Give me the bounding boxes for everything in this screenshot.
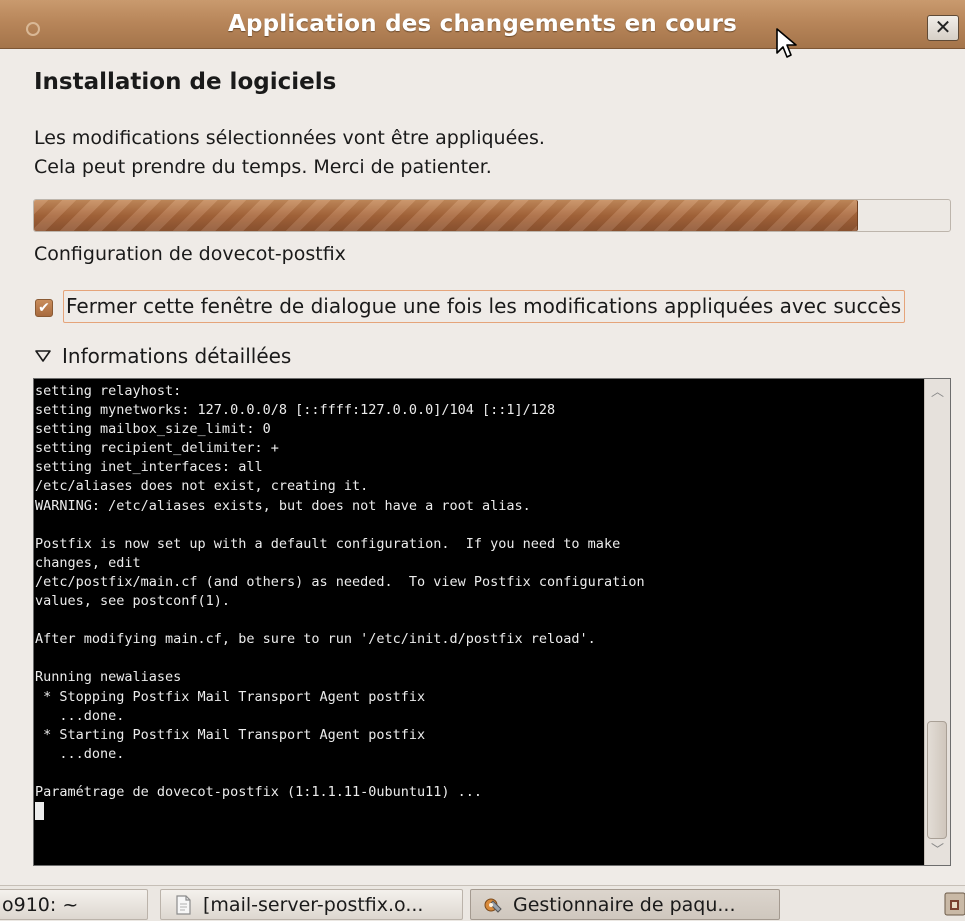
terminal-line: WARNING: /etc/aliases exists, but does n… xyxy=(35,497,531,514)
terminal-line: Running newaliases xyxy=(35,669,182,686)
document-icon xyxy=(176,894,191,915)
tray-app-icon[interactable] xyxy=(944,890,965,918)
taskbar-item-label: Gestionnaire de paqu... xyxy=(513,893,736,916)
description-line: Cela peut prendre du temps. Merci de pat… xyxy=(34,156,492,178)
mouse-pointer-icon xyxy=(776,28,797,58)
scrollbar-thumb[interactable] xyxy=(927,721,947,839)
taskbar-item-label: o910: ~ xyxy=(2,893,79,916)
status-text: Configuration de dovecot-postfix xyxy=(34,243,346,265)
window-titlebar[interactable]: Application des changements en cours ✕ xyxy=(0,0,965,49)
terminal-output[interactable]: setting relayhost: setting mynetworks: 12… xyxy=(33,378,951,866)
terminal-line: * Starting Postfix Mail Transport Agent … xyxy=(35,726,426,743)
close-on-success-checkbox[interactable]: ✔ xyxy=(35,298,53,317)
window-title: Application des changements en cours xyxy=(227,11,738,37)
scroll-down-icon[interactable]: ﹀ xyxy=(925,840,950,862)
terminal-line: values, see postconf(1). xyxy=(35,593,231,610)
details-expander-label: Informations détaillées xyxy=(62,344,292,368)
close-on-success-checkbox-row[interactable]: ✔ Fermer cette fenêtre de dialogue une f… xyxy=(35,288,906,324)
terminal-text: setting relayhost: setting mynetworks: 12… xyxy=(34,382,922,864)
close-on-success-label[interactable]: Fermer cette fenêtre de dialogue une foi… xyxy=(63,289,906,323)
terminal-line: setting relayhost: xyxy=(35,383,182,399)
expander-triangle-icon xyxy=(35,350,51,362)
terminal-cursor-line xyxy=(35,802,922,823)
progress-fill xyxy=(34,200,859,231)
terminal-line: setting recipient_delimiter: + xyxy=(35,440,279,457)
terminal-scrollbar[interactable]: ︿ ﹀ xyxy=(924,379,950,865)
package-manager-icon xyxy=(484,898,502,913)
terminal-line: ...done. xyxy=(35,707,125,724)
terminal-line: changes, edit xyxy=(35,554,141,571)
terminal-line: setting inet_interfaces: all xyxy=(35,459,263,476)
terminal-line: Postfix is now set up with a default con… xyxy=(35,535,621,552)
taskbar-item-document[interactable]: [mail-server-postfix.o... xyxy=(160,889,463,920)
terminal-line: /etc/postfix/main.cf (and others) as nee… xyxy=(35,573,645,590)
dialog-description: Les modifications sélectionnées vont êtr… xyxy=(34,124,545,182)
close-button[interactable]: ✕ xyxy=(927,15,959,41)
scroll-up-icon[interactable]: ︿ xyxy=(925,382,950,404)
terminal-line: setting mailbox_size_limit: 0 xyxy=(35,421,271,438)
terminal-line: Paramétrage de dovecot-postfix (1:1.1.11… xyxy=(35,783,483,800)
description-line: Les modifications sélectionnées vont êtr… xyxy=(34,127,545,149)
progress-bar xyxy=(33,199,951,232)
details-expander[interactable]: Informations détaillées xyxy=(34,344,291,368)
terminal-line: ...done. xyxy=(35,745,125,762)
terminal-line: setting mynetworks: 127.0.0.0/8 [::ffff:… xyxy=(35,402,556,419)
dialog-heading: Installation de logiciels xyxy=(34,69,337,95)
terminal-cursor xyxy=(35,802,44,821)
terminal-line: After modifying main.cf, be sure to run … xyxy=(35,631,596,648)
taskbar-item-label: [mail-server-postfix.o... xyxy=(203,893,424,916)
terminal-line: * Stopping Postfix Mail Transport Agent … xyxy=(35,688,426,705)
taskbar-item-package-manager[interactable]: Gestionnaire de paqu... xyxy=(470,889,780,920)
terminal-line: /etc/aliases does not exist, creating it… xyxy=(35,478,369,495)
taskbar-item-terminal[interactable]: o910: ~ xyxy=(0,889,148,920)
taskbar: o910: ~ [mail-server-postfix.o... Gestio… xyxy=(0,885,965,921)
